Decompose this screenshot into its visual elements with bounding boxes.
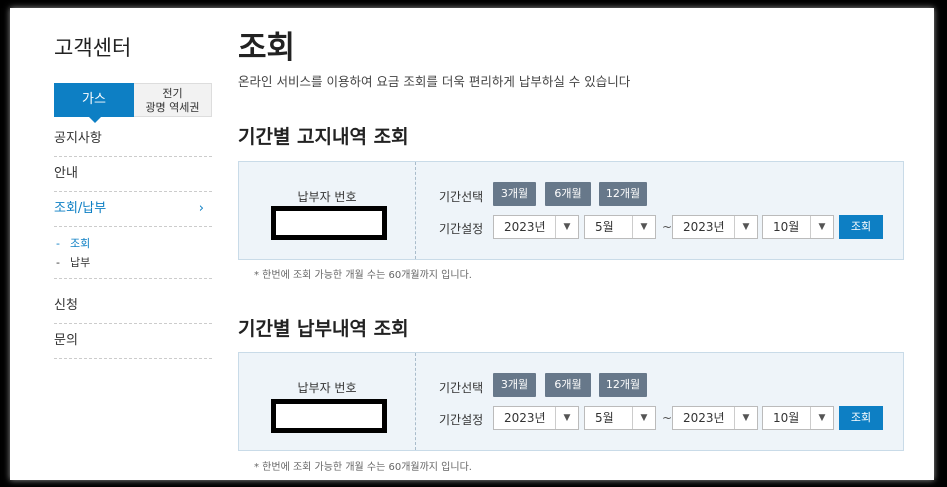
to-year-value: 2023년 [683,220,725,234]
search-button[interactable]: 조회 [839,215,883,239]
submenu-item-label: 납부 [70,256,91,269]
to-month-value: 10월 [773,220,800,234]
period-select-label: 기간선택 [439,381,484,395]
period-set-label: 기간설정 [439,222,484,236]
bullet-dash-icon: - [56,237,60,250]
bullet-dash-icon: - [56,256,60,269]
billing-search-box: 납부자 번호 기간선택 3개월 6개월 12개월 기간설정 2023년 ▼ 5월 ▼… [238,161,904,260]
page-description: 온라인 서비스를 이용하여 요금 조회를 더욱 편리하게 납부하실 수 있습니다 [238,74,631,89]
to-year-select[interactable]: 2023년 ▼ [672,215,758,239]
sidebar-menu: 공지사항 안내 조회/납부 › - 조회 - 납부 신청 문의 [54,122,212,359]
from-year-select[interactable]: 2023년 ▼ [493,406,579,430]
range-separator: ~ [662,220,673,234]
from-month-value: 5월 [595,411,614,425]
payer-number-field[interactable] [271,399,387,433]
period-6m-button[interactable]: 6개월 [545,373,591,397]
chevron-down-icon: ▼ [632,216,655,238]
sidebar-item-label: 조회/납부 [54,201,107,216]
from-year-value: 2023년 [504,411,546,425]
to-year-select[interactable]: 2023년 ▼ [672,406,758,430]
sidebar-item-application[interactable]: 신청 [54,289,212,324]
period-12m-button[interactable]: 12개월 [599,373,647,397]
chevron-down-icon: ▼ [810,216,833,238]
chevron-down-icon: ▼ [632,407,655,429]
tab-electric-label: 전기 [162,87,183,100]
limit-note: * 한번에 조회 가능한 개월 수는 60개월까지 입니다. [254,462,472,473]
period-3m-button[interactable]: 3개월 [493,373,536,397]
chevron-right-icon: › [198,201,204,216]
period-3m-button[interactable]: 3개월 [493,182,536,206]
service-tabs: 가스 전기 광명 역세권 [54,83,212,123]
chevron-down-icon: ▼ [555,407,578,429]
sidebar-item-notice[interactable]: 공지사항 [54,122,212,157]
submenu: - 조회 - 납부 [54,227,212,279]
chevron-down-icon: ▼ [810,407,833,429]
chevron-down-icon: ▼ [555,216,578,238]
sidebar-item-inquiry-payment[interactable]: 조회/납부 › [54,192,212,227]
from-year-value: 2023년 [504,220,546,234]
submenu-item-label: 조회 [70,237,91,250]
from-month-value: 5월 [595,220,614,234]
page-title: 조회 [238,30,296,66]
sidebar-item-label: 공지사항 [54,131,102,146]
sidebar-item-guide[interactable]: 안내 [54,157,212,192]
to-month-value: 10월 [773,411,800,425]
sidebar-item-contact[interactable]: 문의 [54,324,212,359]
submenu-item-payment[interactable]: - 납부 [54,253,212,272]
payer-number-field[interactable] [271,206,387,240]
sidebar-item-label: 문의 [54,333,78,348]
period-6m-button[interactable]: 6개월 [545,182,591,206]
sidebar-item-label: 신청 [54,298,78,313]
sidebar-item-label: 안내 [54,166,78,181]
from-month-select[interactable]: 5월 ▼ [584,215,656,239]
page-frame: 고객센터 가스 전기 광명 역세권 공지사항 안내 조회/납부 › - 조회 - 납부… [10,8,934,480]
payer-column: 납부자 번호 [239,162,416,259]
chevron-down-icon: ▼ [734,216,757,238]
submenu-item-inquiry[interactable]: - 조회 [54,234,212,253]
tab-electric-sublabel: 광명 역세권 [145,101,200,114]
period-set-label: 기간설정 [439,413,484,427]
range-separator: ~ [662,411,673,425]
to-month-select[interactable]: 10월 ▼ [762,215,834,239]
section-title-payment: 기간별 납부내역 조회 [238,318,409,340]
search-button[interactable]: 조회 [839,406,883,430]
payment-search-box: 납부자 번호 기간선택 3개월 6개월 12개월 기간설정 2023년 ▼ 5월 ▼… [238,352,904,451]
payer-number-label: 납부자 번호 [297,190,357,204]
to-month-select[interactable]: 10월 ▼ [762,406,834,430]
chevron-down-icon: ▼ [734,407,757,429]
section-title-billing: 기간별 고지내역 조회 [238,126,409,148]
period-12m-button[interactable]: 12개월 [599,182,647,206]
sidebar-title: 고객센터 [54,36,132,60]
tab-gas[interactable]: 가스 [54,83,134,123]
from-year-select[interactable]: 2023년 ▼ [493,215,579,239]
payer-column: 납부자 번호 [239,353,416,450]
payer-number-label: 납부자 번호 [297,381,357,395]
tab-electric[interactable]: 전기 광명 역세권 [134,83,212,117]
from-month-select[interactable]: 5월 ▼ [584,406,656,430]
limit-note: * 한번에 조회 가능한 개월 수는 60개월까지 입니다. [254,270,472,281]
period-select-label: 기간선택 [439,190,484,204]
to-year-value: 2023년 [683,411,725,425]
